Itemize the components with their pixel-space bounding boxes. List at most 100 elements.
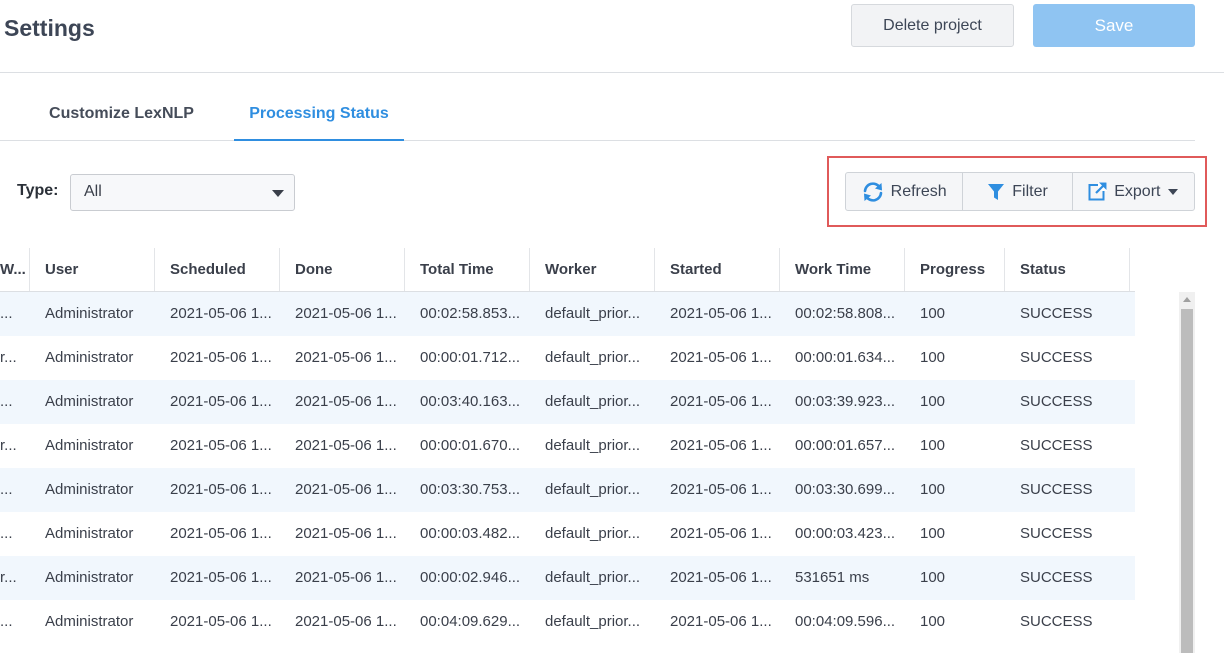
save-button[interactable]: Save — [1033, 4, 1195, 47]
cell-scheduled: 2021-05-06 1... — [170, 437, 272, 454]
column-header-progress[interactable]: Progress — [906, 248, 1005, 291]
cell-total-time: 00:00:02.946... — [420, 569, 521, 586]
cell-scheduled: 2021-05-06 1... — [170, 393, 272, 410]
type-label: Type: — [17, 182, 59, 199]
export-label: Export — [1114, 182, 1161, 200]
cell-progress: 100 — [920, 437, 946, 454]
cell-status: SUCCESS — [1020, 305, 1093, 322]
cell-worker: default_prior... — [545, 525, 641, 542]
cell-progress: 100 — [920, 569, 946, 586]
cell-status: SUCCESS — [1020, 349, 1093, 366]
cell-user: Administrator — [45, 305, 134, 322]
cell-done: 2021-05-06 1... — [295, 393, 397, 410]
cell-total-time: 00:00:01.712... — [420, 349, 521, 366]
cell-progress: 100 — [920, 305, 946, 322]
scroll-up-arrow-icon[interactable] — [1183, 297, 1191, 302]
caret-down-icon — [1168, 188, 1179, 195]
cell-name: ... — [0, 393, 13, 410]
filter-label: Filter — [1012, 182, 1048, 200]
cell-name: ... — [0, 525, 13, 542]
vertical-scrollbar[interactable] — [1179, 292, 1195, 653]
column-header-scheduled[interactable]: Scheduled — [156, 248, 280, 291]
cell-total-time: 00:04:09.629... — [420, 613, 521, 630]
cell-total-time: 00:02:58.853... — [420, 305, 521, 322]
table-row[interactable]: ... Administrator 2021-05-06 1... 2021-05-0… — [0, 600, 1135, 644]
type-select[interactable]: All — [70, 174, 295, 211]
cell-worker: default_prior... — [545, 569, 641, 586]
column-header-work-time[interactable]: Work Time — [781, 248, 905, 291]
table-header: W... User Scheduled Done Total Time Work… — [0, 248, 1135, 292]
cell-status: SUCCESS — [1020, 481, 1093, 498]
refresh-button[interactable]: Refresh — [846, 173, 964, 210]
cell-done: 2021-05-06 1... — [295, 305, 397, 322]
cell-name: r... — [0, 437, 17, 454]
cell-started: 2021-05-06 1... — [670, 481, 772, 498]
type-select-value: All — [84, 183, 102, 200]
cell-name: r... — [0, 349, 17, 366]
cell-progress: 100 — [920, 613, 946, 630]
cell-worker: default_prior... — [545, 437, 641, 454]
filter-button[interactable]: Filter — [963, 173, 1073, 210]
cell-work-time: 00:04:09.596... — [795, 613, 896, 630]
cell-total-time: 00:00:03.482... — [420, 525, 521, 542]
cell-status: SUCCESS — [1020, 393, 1093, 410]
refresh-icon — [863, 181, 882, 202]
column-header[interactable]: W... — [0, 248, 30, 291]
cell-status: SUCCESS — [1020, 569, 1093, 586]
column-header-started[interactable]: Started — [656, 248, 780, 291]
cell-done: 2021-05-06 1... — [295, 437, 397, 454]
tab-customize-lexnlp[interactable]: Customize LexNLP — [35, 90, 208, 141]
cell-started: 2021-05-06 1... — [670, 613, 772, 630]
table-row[interactable]: ... Administrator 2021-05-06 1... 2021-05-0… — [0, 292, 1135, 336]
table-row[interactable]: r... Administrator 2021-05-06 1... 2021-05-… — [0, 336, 1135, 380]
cell-work-time: 00:03:39.923... — [795, 393, 896, 410]
cell-user: Administrator — [45, 613, 134, 630]
table-row[interactable]: ... Administrator 2021-05-06 1... 2021-05-0… — [0, 380, 1135, 424]
cell-total-time: 00:03:40.163... — [420, 393, 521, 410]
delete-project-button[interactable]: Delete project — [851, 4, 1014, 47]
cell-status: SUCCESS — [1020, 525, 1093, 542]
scrollbar-thumb[interactable] — [1181, 309, 1193, 653]
table-row[interactable]: ... Administrator 2021-05-06 1... 2021-05-0… — [0, 512, 1135, 556]
cell-work-time: 00:00:01.657... — [795, 437, 896, 454]
cell-started: 2021-05-06 1... — [670, 437, 772, 454]
cell-done: 2021-05-06 1... — [295, 525, 397, 542]
cell-done: 2021-05-06 1... — [295, 613, 397, 630]
page-title: Settings — [4, 15, 95, 41]
cell-progress: 100 — [920, 525, 946, 542]
column-header-total-time[interactable]: Total Time — [406, 248, 530, 291]
cell-scheduled: 2021-05-06 1... — [170, 525, 272, 542]
cell-started: 2021-05-06 1... — [670, 393, 772, 410]
table-row[interactable]: ... Administrator 2021-05-06 1... 2021-05-0… — [0, 468, 1135, 512]
cell-done: 2021-05-06 1... — [295, 349, 397, 366]
cell-worker: default_prior... — [545, 393, 641, 410]
cell-name: r... — [0, 569, 17, 586]
cell-progress: 100 — [920, 349, 946, 366]
cell-user: Administrator — [45, 525, 134, 542]
column-header-done[interactable]: Done — [281, 248, 405, 291]
cell-work-time: 00:02:58.808... — [795, 305, 896, 322]
cell-user: Administrator — [45, 481, 134, 498]
cell-work-time: 00:00:03.423... — [795, 525, 896, 542]
cell-started: 2021-05-06 1... — [670, 569, 772, 586]
cell-scheduled: 2021-05-06 1... — [170, 481, 272, 498]
column-header-status[interactable]: Status — [1006, 248, 1130, 291]
cell-user: Administrator — [45, 349, 134, 366]
external-link-icon — [1088, 182, 1108, 201]
cell-scheduled: 2021-05-06 1... — [170, 349, 272, 366]
tab-processing-status[interactable]: Processing Status — [234, 90, 404, 141]
cell-work-time: 00:00:01.634... — [795, 349, 896, 366]
cell-work-time: 00:03:30.699... — [795, 481, 896, 498]
cell-status: SUCCESS — [1020, 613, 1093, 630]
table-toolbar: Refresh Filter Export — [845, 172, 1195, 211]
cell-worker: default_prior... — [545, 613, 641, 630]
column-header-worker[interactable]: Worker — [531, 248, 655, 291]
cell-scheduled: 2021-05-06 1... — [170, 305, 272, 322]
cell-work-time: 531651 ms — [795, 569, 870, 586]
table-row[interactable]: r... Administrator 2021-05-06 1... 2021-05-… — [0, 556, 1135, 600]
export-button[interactable]: Export — [1073, 173, 1194, 210]
cell-user: Administrator — [45, 393, 134, 410]
table-row[interactable]: r... Administrator 2021-05-06 1... 2021-05-… — [0, 424, 1135, 468]
cell-started: 2021-05-06 1... — [670, 305, 772, 322]
column-header-user[interactable]: User — [31, 248, 155, 291]
